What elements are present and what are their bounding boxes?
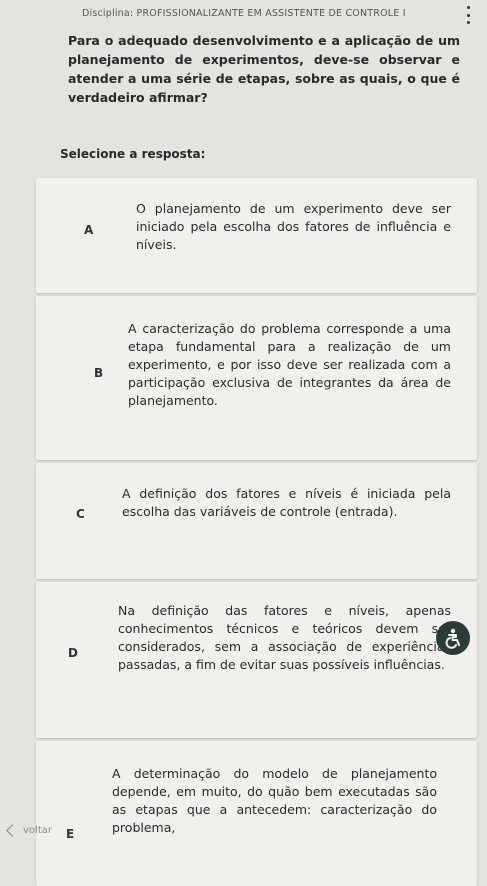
- select-answer-label: Selecione a resposta:: [60, 147, 206, 161]
- option-text: Na definição das fatores e níveis, apena…: [118, 603, 451, 672]
- back-label: voltar: [23, 824, 52, 836]
- option-text: A determinação do modelo de planejamento…: [112, 766, 437, 835]
- more-options-icon[interactable]: [465, 6, 471, 24]
- discipline-header: Disciplina: PROFISSIONALIZANTE EM ASSIST…: [82, 8, 406, 19]
- option-text: A caracterização do problema corresponde…: [128, 321, 451, 408]
- accessibility-icon[interactable]: [436, 621, 470, 655]
- option-letter: E: [66, 827, 75, 841]
- option-text: A definição dos fatores e níveis é inici…: [122, 486, 451, 519]
- answer-option-e[interactable]: E A determinação do modelo de planejamen…: [36, 741, 477, 886]
- answer-option-b[interactable]: B A caracterização do problema correspon…: [36, 296, 477, 460]
- answer-option-d[interactable]: D Na definição das fatores e níveis, ape…: [36, 582, 477, 738]
- option-text: O planejamento de um experimento deve se…: [136, 201, 451, 252]
- option-letter: D: [68, 646, 78, 660]
- answer-option-c[interactable]: C A definição dos fatores e níveis é ini…: [36, 463, 477, 579]
- question-text: Para o adequado desenvolvimento e a apli…: [68, 33, 460, 105]
- chevron-left-icon: [6, 823, 19, 837]
- back-button[interactable]: voltar: [4, 821, 52, 839]
- option-letter: C: [76, 507, 85, 521]
- option-letter: A: [84, 223, 94, 237]
- answer-option-a[interactable]: A O planejamento de um experimento deve …: [36, 178, 477, 293]
- option-letter: B: [94, 366, 104, 380]
